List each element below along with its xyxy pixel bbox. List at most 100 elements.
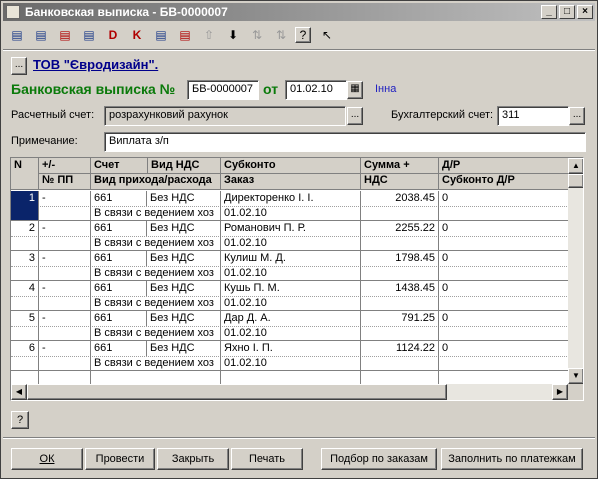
cell-dr[interactable]: 0	[439, 221, 569, 236]
cell-acc[interactable]: 661	[91, 281, 147, 296]
org-select-button[interactable]: ...	[11, 57, 27, 75]
note-field[interactable]: Виплата з/п	[104, 132, 586, 152]
sort-desc-icon[interactable]: ⇅	[271, 25, 291, 45]
cell-acc[interactable]: 661	[91, 341, 147, 356]
column-header-subconto[interactable]: Субконто Заказ	[221, 158, 361, 190]
scroll-down-button[interactable]: ▼	[568, 368, 583, 384]
cell-empty[interactable]	[361, 206, 439, 221]
calendar-icon[interactable]: ▦	[347, 81, 363, 99]
column-header-dr[interactable]: Д/Р Субконто Д/Р	[439, 158, 569, 190]
cell-empty[interactable]	[39, 206, 91, 221]
scroll-thumb[interactable]	[568, 174, 583, 188]
cell-sign[interactable]: -	[39, 311, 91, 326]
cell-sum[interactable]: 791.25	[361, 311, 439, 326]
cell-n[interactable]: 1	[11, 191, 39, 206]
table-row[interactable]: 4-661 Без НДС Кушь П. М. 1438.45 0 В связи с …	[11, 281, 569, 311]
cell-empty[interactable]	[361, 296, 439, 311]
account-field[interactable]: розрахунковий рахунок	[104, 106, 346, 126]
cell-empty[interactable]	[361, 236, 439, 251]
cell-acc[interactable]: 661	[91, 221, 147, 236]
cell-empty[interactable]	[361, 326, 439, 341]
cell-empty[interactable]	[11, 296, 39, 311]
cell-vat[interactable]: Без НДС	[147, 281, 221, 296]
edit-row-icon[interactable]: ▤	[151, 25, 171, 45]
context-help-icon[interactable]: ↖	[317, 25, 337, 45]
cell-empty[interactable]	[11, 356, 39, 371]
cell-empty[interactable]	[361, 356, 439, 371]
cell-sum[interactable]: 2255.22	[361, 221, 439, 236]
cell-dr[interactable]: 0	[439, 191, 569, 206]
cell-empty[interactable]	[39, 236, 91, 251]
cell-order[interactable]: 01.02.10	[221, 356, 361, 371]
column-header-vat[interactable]: Вид НДС	[147, 158, 221, 174]
cell-n[interactable]: 2	[11, 221, 39, 236]
cell-sub[interactable]: Кушь П. М.	[221, 281, 361, 296]
cell-vat[interactable]: Без НДС	[147, 341, 221, 356]
vertical-scrollbar[interactable]: ▲ ▼	[568, 158, 583, 384]
cell-sum[interactable]: 2038.45	[361, 191, 439, 206]
cell-n[interactable]: 3	[11, 251, 39, 266]
cell-empty[interactable]	[39, 326, 91, 341]
add-row-icon[interactable]: ▤	[31, 25, 51, 45]
minimize-button[interactable]: _	[541, 5, 557, 19]
dt-entry-icon[interactable]: D	[103, 25, 123, 45]
cell-order[interactable]: 01.02.10	[221, 266, 361, 281]
column-header-sum[interactable]: Сумма + НДС	[361, 158, 439, 190]
close-button[interactable]: ×	[577, 5, 593, 19]
ledger-select-button[interactable]: ...	[569, 107, 585, 125]
cell-kind[interactable]: В связи с ведением хоз	[91, 296, 221, 311]
ledger-account-field[interactable]: 311	[497, 106, 569, 126]
ok-button[interactable]: ОК	[11, 448, 83, 470]
scroll-up-button[interactable]: ▲	[568, 158, 583, 174]
cell-empty[interactable]	[439, 356, 569, 371]
move-up-icon[interactable]: ⇧	[199, 25, 219, 45]
cell-order[interactable]: 01.02.10	[221, 326, 361, 341]
table-row[interactable]: 6-661 Без НДС Яхно І. П. 1124.22 0 В связи с …	[11, 341, 569, 371]
cell-empty[interactable]	[39, 296, 91, 311]
cell-dr[interactable]: 0	[439, 311, 569, 326]
cell-sum[interactable]: 1124.22	[361, 341, 439, 356]
column-header-sign[interactable]: +/- № ПП	[39, 158, 91, 190]
scroll-right-button[interactable]: ▶	[552, 384, 568, 400]
cell-empty[interactable]	[39, 356, 91, 371]
cell-empty[interactable]	[11, 326, 39, 341]
cell-order[interactable]: 01.02.10	[221, 296, 361, 311]
cell-sub[interactable]: Кулиш М. Д.	[221, 251, 361, 266]
cell-vat[interactable]: Без НДС	[147, 311, 221, 326]
horizontal-scrollbar[interactable]: ◀ ▶	[11, 384, 568, 400]
cell-kind[interactable]: В связи с ведением хоз	[91, 266, 221, 281]
table-row[interactable]: 5-661 Без НДС Дар Д. А. 791.25 0 В связи с ве…	[11, 311, 569, 341]
account-select-button[interactable]: ...	[347, 107, 363, 125]
cell-sub[interactable]: Дар Д. А.	[221, 311, 361, 326]
copy-row-icon[interactable]: ▤	[79, 25, 99, 45]
table-row[interactable]: 1-661 Без НДС Директоренко І. І. 2038.45 0 В …	[11, 191, 569, 221]
help-icon[interactable]: ?	[295, 27, 311, 43]
cell-acc[interactable]: 661	[91, 311, 147, 326]
cell-sub[interactable]: Яхно І. П.	[221, 341, 361, 356]
table-row[interactable]: 2-661 Без НДС Романович П. Р. 2255.22 0 В свя…	[11, 221, 569, 251]
maximize-button[interactable]: □	[559, 5, 575, 19]
cell-empty[interactable]	[11, 206, 39, 221]
cell-n[interactable]: 5	[11, 311, 39, 326]
insert-row-icon[interactable]: ▤	[175, 25, 195, 45]
horizontal-scroll-thumb[interactable]	[27, 384, 447, 400]
cell-empty[interactable]	[439, 266, 569, 281]
doc-number-field[interactable]: БВ-0000007	[187, 80, 259, 100]
column-header-n[interactable]: N	[11, 158, 39, 190]
cell-vat[interactable]: Без НДС	[147, 191, 221, 206]
cell-empty[interactable]	[439, 236, 569, 251]
fill-by-payments-button[interactable]: Заполнить по платежкам	[441, 448, 583, 470]
cell-kind[interactable]: В связи с ведением хоз	[91, 326, 221, 341]
cell-empty[interactable]	[39, 266, 91, 281]
new-row-icon[interactable]: ▤	[7, 25, 27, 45]
cell-acc[interactable]: 661	[91, 251, 147, 266]
cell-kind[interactable]: В связи с ведением хоз	[91, 206, 221, 221]
cell-dr[interactable]: 0	[439, 341, 569, 356]
cell-empty[interactable]	[11, 266, 39, 281]
cell-empty[interactable]	[439, 296, 569, 311]
cell-acc[interactable]: 661	[91, 191, 147, 206]
cell-sum[interactable]: 1438.45	[361, 281, 439, 296]
table-row[interactable]: 3-661 Без НДС Кулиш М. Д. 1798.45 0 В связи с…	[11, 251, 569, 281]
doc-date-field[interactable]: 01.02.10	[285, 80, 347, 100]
cell-order[interactable]: 01.02.10	[221, 206, 361, 221]
